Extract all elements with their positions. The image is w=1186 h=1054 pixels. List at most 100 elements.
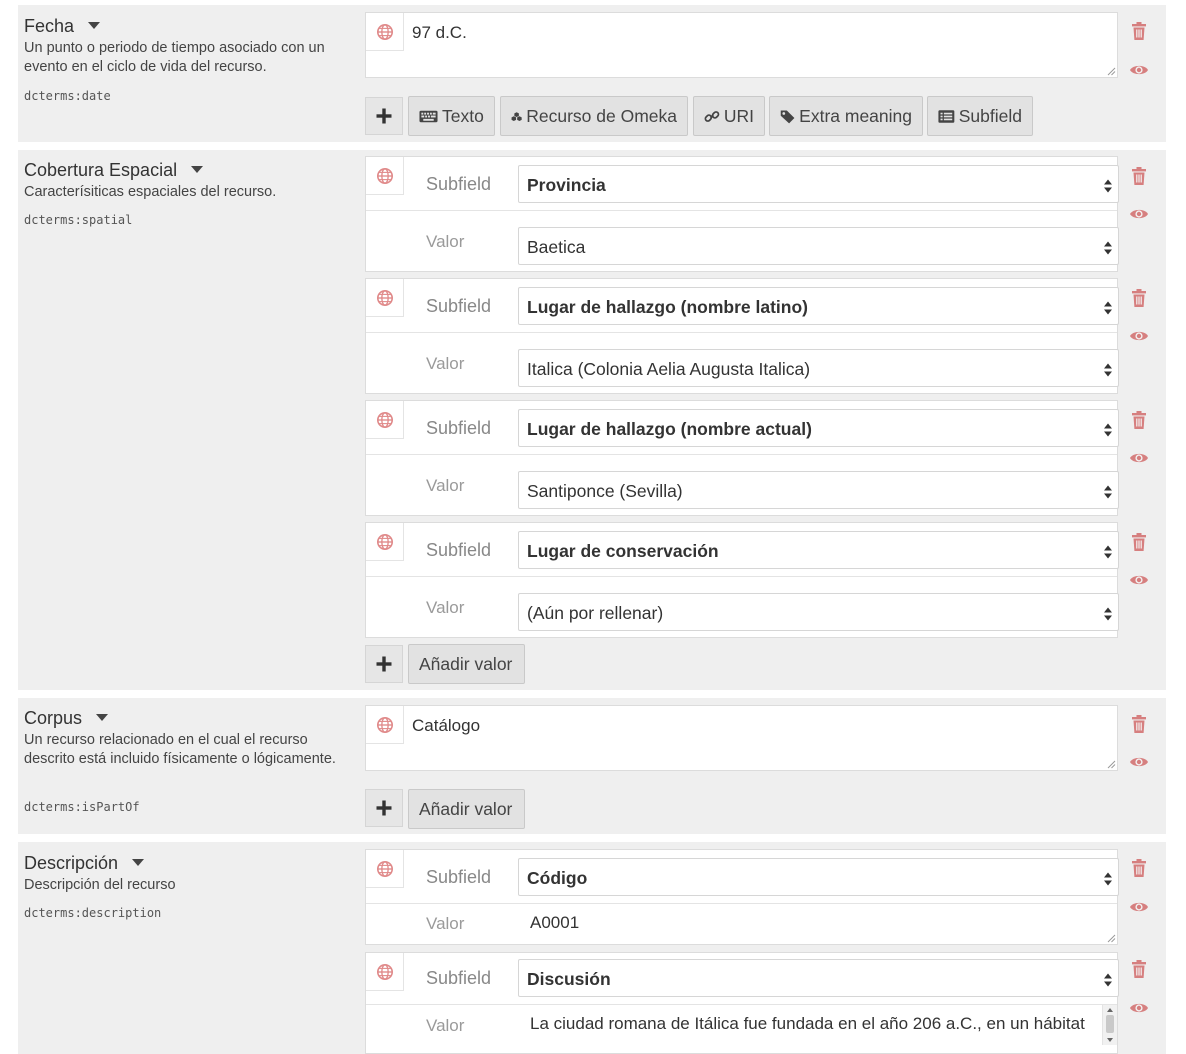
add-value-button[interactable]: Añadir valor: [408, 644, 525, 684]
subfield-select[interactable]: Provincia: [518, 165, 1119, 203]
subfield-label: Subfield: [426, 418, 492, 438]
globe-icon[interactable]: [366, 953, 404, 991]
eye-icon[interactable]: [1129, 570, 1149, 590]
select-arrows-icon: [1103, 484, 1113, 500]
trash-icon[interactable]: [1129, 410, 1149, 430]
eye-icon[interactable]: [1129, 752, 1149, 772]
trash-icon[interactable]: [1129, 858, 1149, 878]
subfield-group: Subfield Lugar de hallazgo (nombre actua…: [365, 400, 1119, 516]
property-term: dcterms:description: [24, 906, 162, 920]
add-value-plus-button[interactable]: [365, 789, 403, 827]
value-select[interactable]: (Aún por rellenar): [518, 593, 1119, 631]
trash-icon[interactable]: [1129, 21, 1149, 41]
select-arrows-icon: [1103, 422, 1113, 438]
subfield-select[interactable]: Discusión: [518, 959, 1119, 997]
property-description: Un punto o periodo de tiempo asociado co…: [24, 40, 325, 75]
eye-icon[interactable]: [1129, 998, 1149, 1018]
value-label: Valor: [426, 354, 465, 373]
eye-icon[interactable]: [1129, 448, 1149, 468]
globe-icon[interactable]: [366, 279, 404, 317]
select-arrows-icon: [1103, 871, 1113, 887]
subfield-group: Subfield Provincia Valor Baetica: [365, 156, 1119, 272]
add-value-button[interactable]: Añadir valor: [408, 789, 525, 829]
property-title-corpus[interactable]: Corpus: [24, 707, 109, 729]
link-icon: [704, 108, 720, 125]
caret-down-icon[interactable]: [88, 22, 101, 29]
list-icon: [938, 108, 955, 125]
value-label: Valor: [426, 598, 465, 617]
resize-handle-icon[interactable]: [1106, 933, 1116, 943]
globe-icon[interactable]: [366, 157, 404, 195]
property-description: Descripción del recurso: [24, 877, 176, 893]
value-label: Valor: [426, 476, 465, 495]
globe-icon[interactable]: [366, 706, 404, 744]
value-textarea-fecha[interactable]: 97 d.C.: [365, 12, 1118, 78]
scrollbar[interactable]: [1102, 1005, 1117, 1045]
trash-icon[interactable]: [1129, 532, 1149, 552]
keyboard-icon: [419, 108, 438, 125]
plus-icon: [376, 656, 392, 672]
trash-icon[interactable]: [1129, 714, 1149, 734]
resize-handle-icon[interactable]: [1106, 66, 1116, 76]
value-text[interactable]: Catálogo: [412, 716, 480, 736]
value-textarea[interactable]: La ciudad romana de Itálica fue fundada …: [530, 1011, 1090, 1049]
value-select[interactable]: Baetica: [518, 227, 1119, 265]
subfield-label: Subfield: [426, 867, 492, 887]
property-description: Caracterísiticas espaciales del recurso.: [24, 184, 277, 200]
caret-down-icon[interactable]: [191, 166, 204, 173]
value-select[interactable]: Italica (Colonia Aelia Augusta Italica): [518, 349, 1119, 387]
uri-button[interactable]: URI: [693, 96, 765, 136]
property-cobertura-espacial: Cobertura Espacial Caracterísiticas espa…: [18, 150, 1166, 690]
subfield-select[interactable]: Lugar de hallazgo (nombre actual): [518, 409, 1119, 447]
subfield-select[interactable]: Lugar de conservación: [518, 531, 1119, 569]
extra-meaning-button[interactable]: Extra meaning: [769, 96, 923, 136]
property-title-fecha[interactable]: Fecha: [24, 15, 101, 37]
globe-icon[interactable]: [366, 13, 404, 51]
subfield-select[interactable]: Código: [518, 858, 1119, 896]
subfield-label: Subfield: [426, 296, 492, 316]
select-arrows-icon: [1103, 240, 1113, 256]
eye-icon[interactable]: [1129, 897, 1149, 917]
texto-button[interactable]: Texto: [408, 96, 495, 136]
property-fecha: Fecha Un punto o periodo de tiempo asoci…: [18, 5, 1166, 142]
caret-down-icon[interactable]: [96, 714, 109, 721]
eye-icon[interactable]: [1129, 326, 1149, 346]
select-arrows-icon: [1103, 972, 1113, 988]
resize-handle-icon[interactable]: [1106, 759, 1116, 769]
recurso-omeka-button[interactable]: Recurso de Omeka: [500, 96, 688, 136]
subfield-group: Subfield Código Valor A0001: [365, 849, 1119, 945]
trash-icon[interactable]: [1129, 288, 1149, 308]
trash-icon[interactable]: [1129, 959, 1149, 979]
value-text[interactable]: 97 d.C.: [412, 23, 467, 43]
property-term: dcterms:isPartOf: [24, 800, 140, 814]
globe-icon[interactable]: [366, 850, 404, 888]
add-value-plus-button[interactable]: [365, 645, 403, 683]
subfield-label: Subfield: [426, 968, 492, 988]
subfield-button[interactable]: Subfield: [927, 96, 1033, 136]
value-select[interactable]: Santiponce (Sevilla): [518, 471, 1119, 509]
subfield-group: Subfield Lugar de conservación Valor (Aú…: [365, 522, 1119, 638]
cubes-icon: [511, 108, 522, 125]
value-label: Valor: [426, 232, 465, 251]
trash-icon[interactable]: [1129, 166, 1149, 186]
value-label: Valor: [426, 914, 465, 933]
tag-icon: [780, 108, 795, 125]
subfield-select[interactable]: Lugar de hallazgo (nombre latino): [518, 287, 1119, 325]
row-divider: [366, 454, 1117, 455]
add-value-plus-button[interactable]: [365, 97, 403, 135]
subfield-label: Subfield: [426, 540, 492, 560]
value-label: Valor: [426, 1016, 465, 1035]
subfield-label: Subfield: [426, 174, 492, 194]
value-textarea-corpus[interactable]: Catálogo: [365, 705, 1118, 771]
caret-down-icon[interactable]: [132, 859, 145, 866]
plus-icon: [376, 108, 392, 124]
select-arrows-icon: [1103, 178, 1113, 194]
globe-icon[interactable]: [366, 401, 404, 439]
property-title-descripcion[interactable]: Descripción: [24, 852, 145, 874]
value-text[interactable]: A0001: [530, 913, 579, 933]
globe-icon[interactable]: [366, 523, 404, 561]
property-title-cobertura[interactable]: Cobertura Espacial: [24, 159, 204, 181]
eye-icon[interactable]: [1129, 60, 1149, 80]
eye-icon[interactable]: [1129, 204, 1149, 224]
select-arrows-icon: [1103, 544, 1113, 560]
